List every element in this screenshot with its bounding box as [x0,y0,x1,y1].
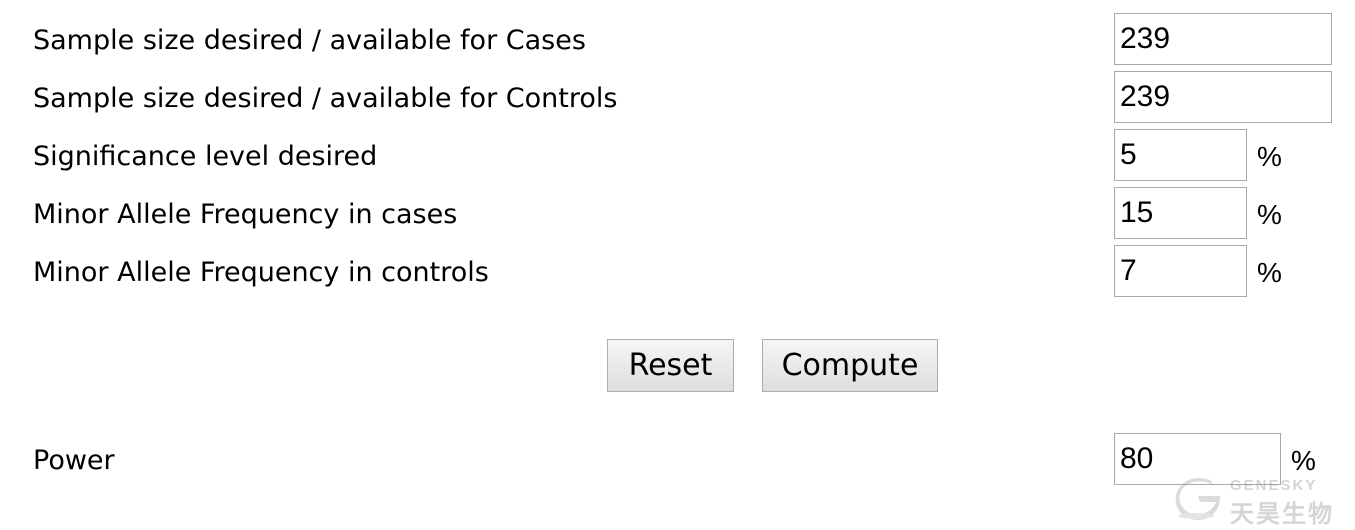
cases-sample-size-label: Sample size desired / available for Case… [33,25,586,56]
maf-controls-input[interactable] [1114,245,1247,297]
maf-cases-unit: % [1257,199,1282,230]
reset-button[interactable]: Reset [607,339,734,392]
controls-sample-size-input[interactable] [1114,71,1332,123]
significance-level-unit: % [1257,141,1282,172]
maf-controls-label: Minor Allele Frequency in controls [33,257,489,288]
power-unit: % [1291,445,1316,476]
maf-controls-unit: % [1257,257,1282,288]
maf-cases-input[interactable] [1114,187,1247,239]
genesky-watermark: GENESKY 天昊生物 [1174,474,1344,528]
watermark-brand-cn: 天昊生物 [1230,500,1334,528]
cases-sample-size-input[interactable] [1114,13,1332,65]
maf-cases-label: Minor Allele Frequency in cases [33,199,458,230]
watermark-brand-en: GENESKY [1230,477,1318,494]
genesky-logo-icon [1175,477,1221,520]
significance-level-label: Significance level desired [33,141,378,172]
compute-button[interactable]: Compute [762,339,938,392]
power-label: Power [33,445,115,476]
significance-level-input[interactable] [1114,129,1247,181]
controls-sample-size-label: Sample size desired / available for Cont… [33,83,618,114]
